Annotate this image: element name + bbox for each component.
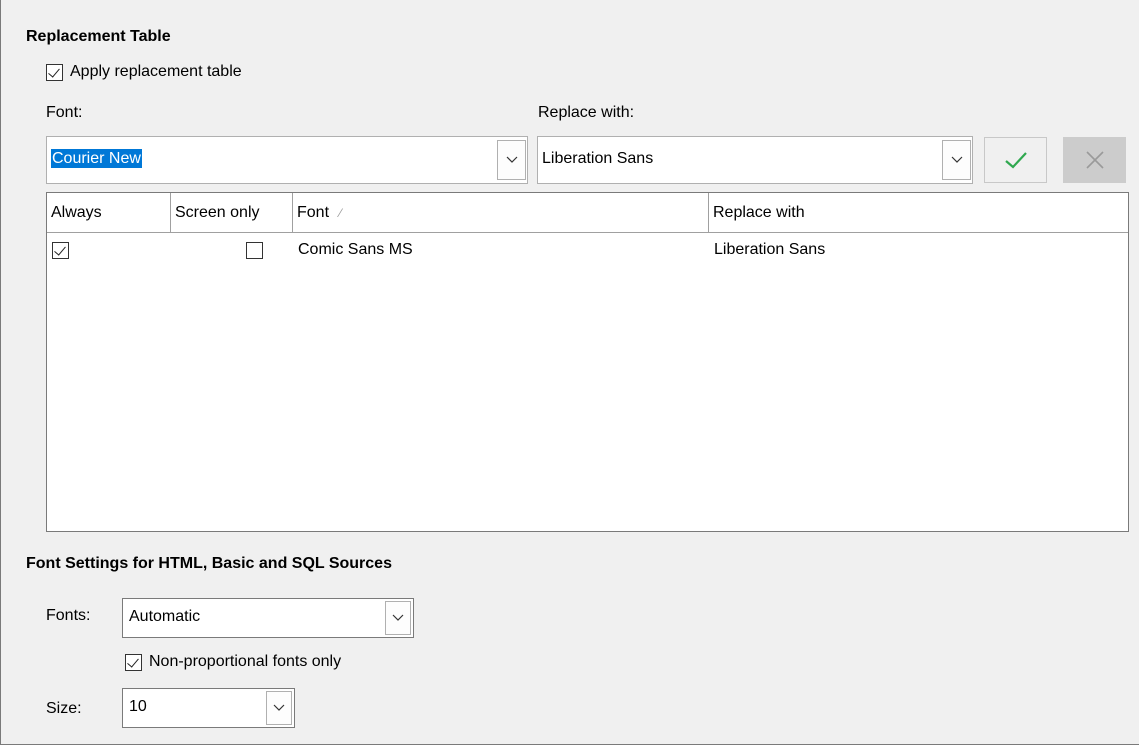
- size-label: Size:: [46, 700, 82, 717]
- checkmark-icon: [1004, 152, 1027, 169]
- replacement-table[interactable]: Always Screen only Font ⁄ Replace with C…: [46, 192, 1129, 532]
- replace-with-combobox[interactable]: Liberation Sans: [537, 136, 973, 184]
- chevron-down-icon: [392, 614, 404, 621]
- font-combobox-value[interactable]: Courier New: [51, 149, 142, 168]
- fonts-label: Fonts:: [46, 607, 91, 624]
- nonprop-checkbox-row[interactable]: Non-proportional fonts only: [125, 653, 341, 671]
- font-dropdown-button[interactable]: [497, 140, 526, 180]
- size-combobox-value[interactable]: 10: [129, 698, 147, 716]
- chevron-down-icon: [506, 156, 517, 163]
- replace-with-label: Replace with:: [538, 104, 635, 121]
- font-combobox[interactable]: Courier New: [46, 136, 528, 184]
- table-row[interactable]: Comic Sans MS Liberation Sans: [47, 233, 1128, 265]
- screen-only-checkbox[interactable]: [246, 242, 264, 259]
- replacement-section-title: Replacement Table: [26, 28, 171, 45]
- row-font-cell: Comic Sans MS: [298, 241, 413, 258]
- column-header-screen-only[interactable]: Screen only: [171, 193, 293, 233]
- fonts-combobox-value[interactable]: Automatic: [129, 608, 200, 626]
- size-dropdown-button[interactable]: [266, 691, 292, 725]
- sort-ascending-icon: ⁄: [339, 206, 342, 220]
- column-header-replace-with[interactable]: Replace with: [709, 193, 1128, 233]
- font-label: Font:: [46, 104, 83, 121]
- apply-replacement-checkbox[interactable]: [46, 63, 63, 81]
- apply-replacement-checkbox-row[interactable]: Apply replacement table: [46, 63, 242, 81]
- font-settings-section-title: Font Settings for HTML, Basic and SQL So…: [26, 555, 392, 572]
- always-checkbox[interactable]: [52, 242, 69, 259]
- replace-with-dropdown-button[interactable]: [942, 140, 971, 180]
- apply-button[interactable]: [984, 137, 1047, 183]
- chevron-down-icon: [273, 704, 285, 711]
- chevron-down-icon: [951, 156, 962, 163]
- column-header-font[interactable]: Font ⁄: [293, 193, 709, 233]
- fonts-combobox[interactable]: Automatic: [122, 598, 414, 638]
- replace-with-combobox-value[interactable]: Liberation Sans: [542, 150, 653, 168]
- row-replace-with-cell: Liberation Sans: [714, 241, 826, 258]
- fonts-dropdown-button[interactable]: [385, 601, 411, 635]
- close-icon: [1085, 151, 1104, 169]
- font-combobox-selection: Courier New: [51, 149, 142, 168]
- delete-button[interactable]: [1063, 137, 1126, 183]
- nonprop-checkbox[interactable]: [125, 653, 142, 671]
- apply-replacement-label: Apply replacement table: [70, 63, 242, 80]
- size-combobox[interactable]: 10: [122, 688, 295, 728]
- column-header-always[interactable]: Always: [47, 193, 171, 233]
- nonprop-label: Non-proportional fonts only: [149, 653, 342, 670]
